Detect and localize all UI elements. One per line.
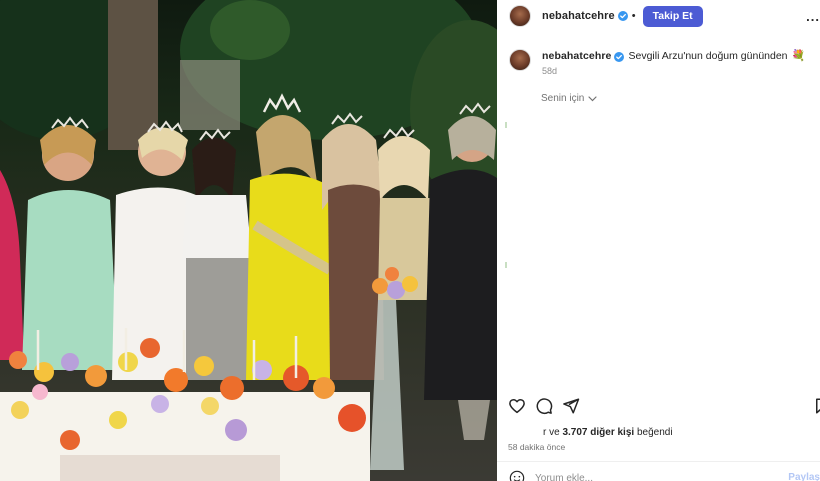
post-side-panel: nebahatcehre • Takip Et ... nebahatcehre…: [497, 0, 820, 481]
post-comment-button[interactable]: Paylaş: [788, 472, 820, 481]
post-header: nebahatcehre • Takip Et ...: [497, 0, 820, 32]
separator-dot: •: [631, 10, 636, 22]
for-you-label: Senin için: [541, 93, 585, 104]
more-options-icon[interactable]: ...: [806, 9, 820, 24]
chevron-down-icon: [588, 95, 597, 101]
caption-line: nebahatcehre Sevgili Arzu'nun doğum günü…: [542, 50, 805, 63]
caption-avatar[interactable]: [509, 49, 531, 71]
post-timestamp[interactable]: 58 dakika önce: [508, 442, 565, 452]
action-bar: [497, 397, 820, 417]
caption-age[interactable]: 58d: [542, 66, 805, 76]
post-username[interactable]: nebahatcehre: [542, 10, 615, 22]
for-you-toggle[interactable]: Senin için: [541, 93, 597, 104]
paper-plane-icon[interactable]: [562, 397, 580, 415]
caption-body: nebahatcehre Sevgili Arzu'nun doğum günü…: [542, 45, 805, 76]
likes-count[interactable]: 3.707 diğer kişi: [562, 427, 634, 438]
verified-badge-icon: [614, 51, 625, 62]
emoji-face-icon[interactable]: [509, 470, 525, 481]
likes-suffix: beğendi: [634, 427, 673, 438]
likes-summary[interactable]: r ve 3.707 diğer kişi beğendi: [543, 427, 673, 438]
comment-row: Paylaş: [497, 468, 820, 481]
edge-mark: [505, 122, 507, 128]
birthday-party-photo: [0, 0, 497, 481]
likes-prefix: r ve: [543, 427, 563, 438]
caption-text: Sevgili Arzu'nun doğum gününden: [628, 50, 788, 62]
verified-badge-icon: [617, 11, 628, 21]
edge-mark: [505, 262, 507, 268]
bookmark-icon[interactable]: [813, 397, 820, 415]
caption: nebahatcehre Sevgili Arzu'nun doğum günü…: [497, 45, 820, 76]
divider: [497, 461, 820, 462]
bouquet-emoji-icon: 💐: [791, 50, 806, 62]
comment-input[interactable]: [535, 471, 775, 481]
post-photo[interactable]: [0, 0, 497, 481]
heart-icon[interactable]: [508, 397, 526, 415]
avatar[interactable]: [509, 5, 531, 27]
caption-username[interactable]: nebahatcehre: [542, 50, 611, 63]
follow-button[interactable]: Takip Et: [642, 5, 703, 27]
comment-bubble-icon[interactable]: [535, 397, 553, 415]
